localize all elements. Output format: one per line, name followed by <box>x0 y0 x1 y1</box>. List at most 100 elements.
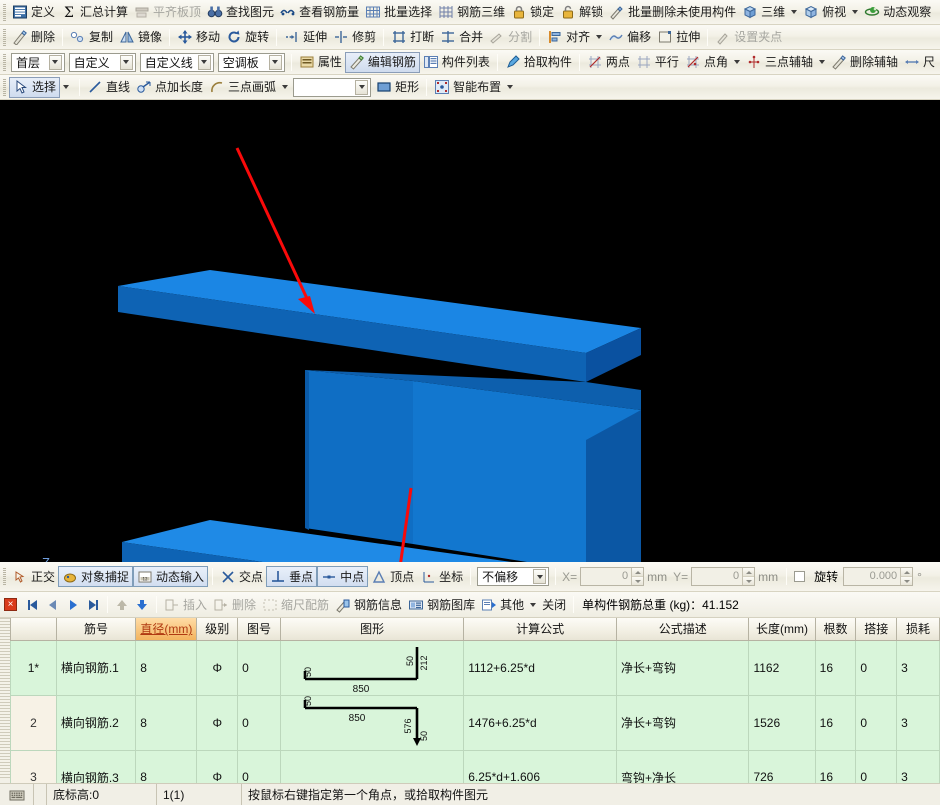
tb2-delete-icon[interactable]: 删除 <box>9 27 58 48</box>
snap-midpoint-snap-icon[interactable]: 中点 <box>317 566 368 587</box>
tb1-lock-icon[interactable]: 锁定 <box>508 2 557 23</box>
toolbar-gripper[interactable] <box>3 4 6 21</box>
chevron-down-icon[interactable] <box>791 10 797 14</box>
snap-vertex-snap-icon[interactable]: 顶点 <box>368 566 417 587</box>
panel-close-box[interactable]: × <box>4 598 17 611</box>
tb3-three-point-axis-icon[interactable]: 三点辅轴 <box>743 52 828 73</box>
combo-floor[interactable]: 首层 <box>11 53 65 72</box>
tb3-two-point-icon[interactable]: 两点 <box>584 52 633 73</box>
combo-floor-arrow[interactable] <box>49 55 62 70</box>
tb1-topview-icon[interactable]: 俯视 <box>800 2 861 23</box>
chevron-down-icon[interactable] <box>596 35 602 39</box>
col-header-count[interactable]: 根数 <box>815 618 856 640</box>
tb1-orbit-icon[interactable]: 动态观察 <box>861 2 934 23</box>
chevron-down-icon[interactable] <box>63 85 69 89</box>
tb1-batch-select-icon[interactable]: 批量选择 <box>362 2 435 23</box>
toolbar-gripper[interactable] <box>3 568 6 585</box>
rebar-table[interactable]: 筋号直径(mm)级别图号图形计算公式公式描述长度(mm)根数搭接损耗 1*横向钢… <box>10 618 940 805</box>
tb2-rotate-icon[interactable]: 旋转 <box>223 27 272 48</box>
snap-toggle-object-snap-icon[interactable]: 对象捕捉 <box>58 566 133 587</box>
tb2-align-icon[interactable]: 对齐 <box>544 27 605 48</box>
snap-perpendicular-snap-icon[interactable]: 垂点 <box>266 566 317 587</box>
cell-loss[interactable]: 3 <box>897 640 940 695</box>
cell-formula-desc[interactable]: 净长+弯钩 <box>617 640 749 695</box>
tb3-component-list-icon[interactable]: 构件列表 <box>420 52 493 73</box>
tb1-sigma-icon[interactable]: Σ汇总计算 <box>58 2 131 23</box>
rotate-checkbox[interactable] <box>794 571 805 582</box>
tb3-edit-rebar-icon[interactable]: 编辑钢筋 <box>345 52 420 73</box>
tb2-break-icon[interactable]: 打断 <box>388 27 437 48</box>
chevron-down-icon[interactable] <box>282 85 288 89</box>
toolbar-gripper[interactable] <box>3 54 6 71</box>
combo-draw-mode-arrow[interactable] <box>355 80 368 95</box>
cell-figure[interactable]: 5085057650 <box>280 695 463 750</box>
rebar-btn-close-panel-icon[interactable]: 关闭 <box>539 594 569 615</box>
col-header-formula_desc[interactable]: 公式描述 <box>617 618 749 640</box>
combo-component[interactable]: 空调板 <box>218 53 285 72</box>
combo-category-arrow[interactable] <box>120 55 133 70</box>
snap-toggle-ortho-icon[interactable]: 正交 <box>9 566 58 587</box>
x-coord-spinner[interactable] <box>631 568 643 585</box>
combo-category[interactable]: 自定义 <box>69 53 136 72</box>
cell-diameter[interactable]: 8 <box>136 695 197 750</box>
toolbar-gripper[interactable] <box>3 29 6 46</box>
cell-length[interactable]: 1162 <box>749 640 815 695</box>
tb2-mirror-icon[interactable]: 镜像 <box>116 27 165 48</box>
combo-component-arrow[interactable] <box>269 55 282 70</box>
col-header-grade[interactable]: 级别 <box>197 618 238 640</box>
tb3-properties-icon[interactable]: 属性 <box>296 52 345 73</box>
tb2-offset-icon[interactable]: 偏移 <box>605 27 654 48</box>
tb2-copy-icon[interactable]: 复制 <box>67 27 116 48</box>
cell-name[interactable]: 横向钢筋.1 <box>56 640 135 695</box>
tb3-point-angle-icon[interactable]: 点角 <box>682 52 743 73</box>
3d-viewport[interactable]: Z <box>0 100 940 562</box>
cell-formula[interactable]: 1476+6.25*d <box>464 695 617 750</box>
cell-count[interactable]: 16 <box>815 695 856 750</box>
cell-figno[interactable]: 0 <box>238 640 281 695</box>
nav-prev-record-icon[interactable] <box>43 596 63 614</box>
tb4-point-length-icon[interactable]: 点加长度 <box>133 77 206 98</box>
combo-draw-mode[interactable] <box>293 78 371 97</box>
cell-name[interactable]: 横向钢筋.2 <box>56 695 135 750</box>
rebar-btn-other-icon[interactable]: 其他 <box>478 594 539 615</box>
tb4-smart-layout-button[interactable]: 智能布置 <box>431 77 516 98</box>
chevron-down-icon[interactable] <box>734 60 740 64</box>
cell-formula[interactable]: 1112+6.25*d <box>464 640 617 695</box>
tb4-rect-button[interactable]: 矩形 <box>373 77 422 98</box>
table-row[interactable]: 1*横向钢筋.18Φ050502128501112+6.25*d净长+弯钩116… <box>11 640 940 695</box>
col-header-figno[interactable]: 图号 <box>238 618 281 640</box>
col-header-lap[interactable]: 搭接 <box>856 618 897 640</box>
cell-diameter[interactable]: 8 <box>136 640 197 695</box>
x-coord-input[interactable]: 0 <box>580 567 644 586</box>
tb1-binoculars-icon[interactable]: 查找图元 <box>204 2 277 23</box>
cell-figno[interactable]: 0 <box>238 695 281 750</box>
rebar-table-body[interactable]: 1*横向钢筋.18Φ050502128501112+6.25*d净长+弯钩116… <box>11 640 940 804</box>
chevron-down-icon[interactable] <box>819 60 825 64</box>
cell-lap[interactable]: 0 <box>856 640 897 695</box>
cell-loss[interactable]: 3 <box>897 695 940 750</box>
toolbar-gripper[interactable] <box>3 79 6 96</box>
rebar-btn-rebar-library-icon[interactable]: 钢筋图库 <box>405 594 478 615</box>
tb1-cube-icon[interactable]: 三维 <box>739 2 800 23</box>
tb2-trim-icon[interactable]: 修剪 <box>330 27 379 48</box>
tb2-extend-icon[interactable]: 延伸 <box>281 27 330 48</box>
y-coord-spinner[interactable] <box>742 568 754 585</box>
cell-grade[interactable]: Φ <box>197 640 238 695</box>
tb3-delete-axis-icon[interactable]: 删除辅轴 <box>828 52 901 73</box>
col-header-formula[interactable]: 计算公式 <box>464 618 617 640</box>
combo-offset-mode[interactable]: 不偏移 <box>477 567 549 586</box>
tb1-define-icon[interactable]: 定义 <box>9 2 58 23</box>
tb1-view-rebar-qty-icon[interactable]: 查看钢筋量 <box>277 2 362 23</box>
col-header-loss[interactable]: 损耗 <box>897 618 940 640</box>
combo-offset-mode-arrow[interactable] <box>533 569 546 584</box>
nav-move-down-icon[interactable] <box>132 596 152 614</box>
nav-last-record-icon[interactable] <box>83 596 103 614</box>
nav-next-record-icon[interactable] <box>63 596 83 614</box>
tb3-pick-component-icon[interactable]: 拾取构件 <box>502 52 575 73</box>
tb2-move-icon[interactable]: 移动 <box>174 27 223 48</box>
chevron-down-icon[interactable] <box>507 85 513 89</box>
y-coord-input[interactable]: 0 <box>691 567 755 586</box>
row-header[interactable]: 1* <box>11 640 57 695</box>
tb4-three-point-arc-icon[interactable]: 三点画弧 <box>206 77 291 98</box>
cell-figure[interactable]: 5050212850 <box>280 640 463 695</box>
